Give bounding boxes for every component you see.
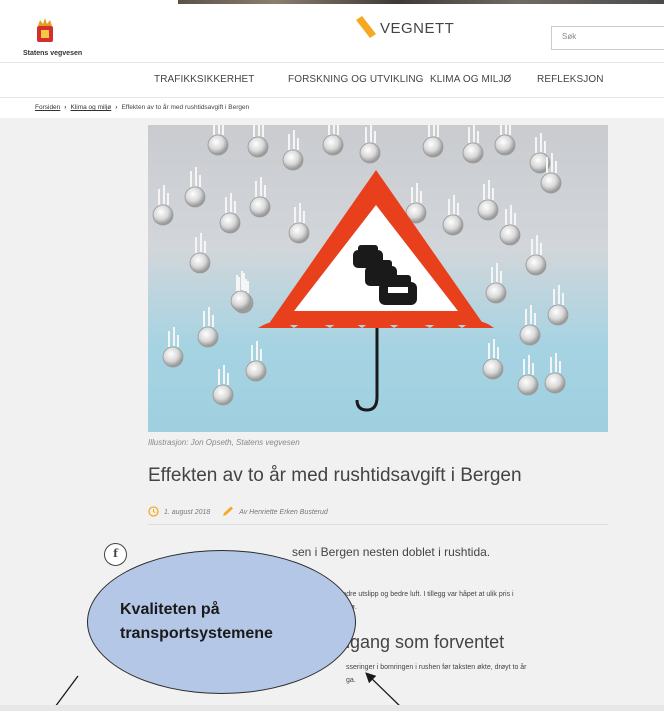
bottom-bar [0,705,664,711]
annotation-arrows [51,672,406,711]
